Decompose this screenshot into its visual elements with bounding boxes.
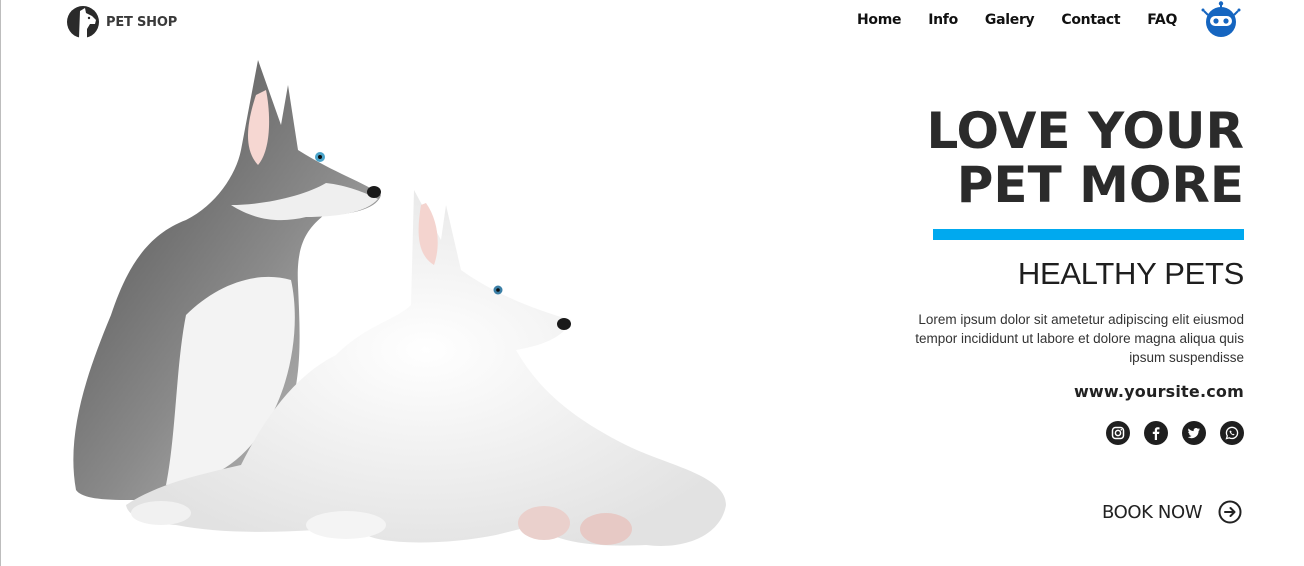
nav-info[interactable]: Info (928, 12, 958, 28)
hero-subheadline: HEALTHY PETS (1017, 256, 1244, 291)
dog-silhouette-icon (67, 6, 99, 38)
website-url[interactable]: www.yoursite.com (1074, 382, 1244, 401)
description-line-3: ipsum suspendisse (1129, 350, 1244, 365)
nav-home[interactable]: Home (857, 12, 902, 28)
window-edge (0, 0, 1, 566)
description-line-1: Lorem ipsum dolor sit ametetur adipiscin… (918, 312, 1244, 327)
description-line-2: tempor incididunt ut labore et dolore ma… (915, 331, 1244, 346)
nav-contact[interactable]: Contact (1061, 12, 1120, 28)
headline-line-2: PET MORE (956, 156, 1244, 214)
logo-text: PET SHOP (106, 14, 178, 30)
nav-faq[interactable]: FAQ (1147, 12, 1177, 28)
nav-galery[interactable]: Galery (985, 12, 1035, 28)
whatsapp-icon[interactable] (1220, 421, 1244, 445)
husky-puppies-image (73, 60, 726, 546)
hero-headline: LOVE YOUR PET MORE (926, 104, 1244, 212)
hero-description: Lorem ipsum dolor sit ametetur adipiscin… (884, 310, 1244, 367)
book-now-label: BOOK NOW (1102, 501, 1203, 523)
social-links (1106, 421, 1244, 445)
book-now-button[interactable]: BOOK NOW (1102, 500, 1242, 524)
accent-bar (933, 229, 1244, 240)
instagram-icon[interactable] (1106, 421, 1130, 445)
robot-icon[interactable] (1199, 0, 1243, 40)
main-nav: Home Info Galery Contact FAQ (857, 12, 1177, 28)
headline-line-1: LOVE YOUR (926, 102, 1244, 160)
facebook-icon[interactable] (1144, 421, 1168, 445)
twitter-icon[interactable] (1182, 421, 1206, 445)
brand-logo[interactable]: PET SHOP (66, 5, 177, 39)
arrow-circle-right-icon (1218, 500, 1242, 524)
